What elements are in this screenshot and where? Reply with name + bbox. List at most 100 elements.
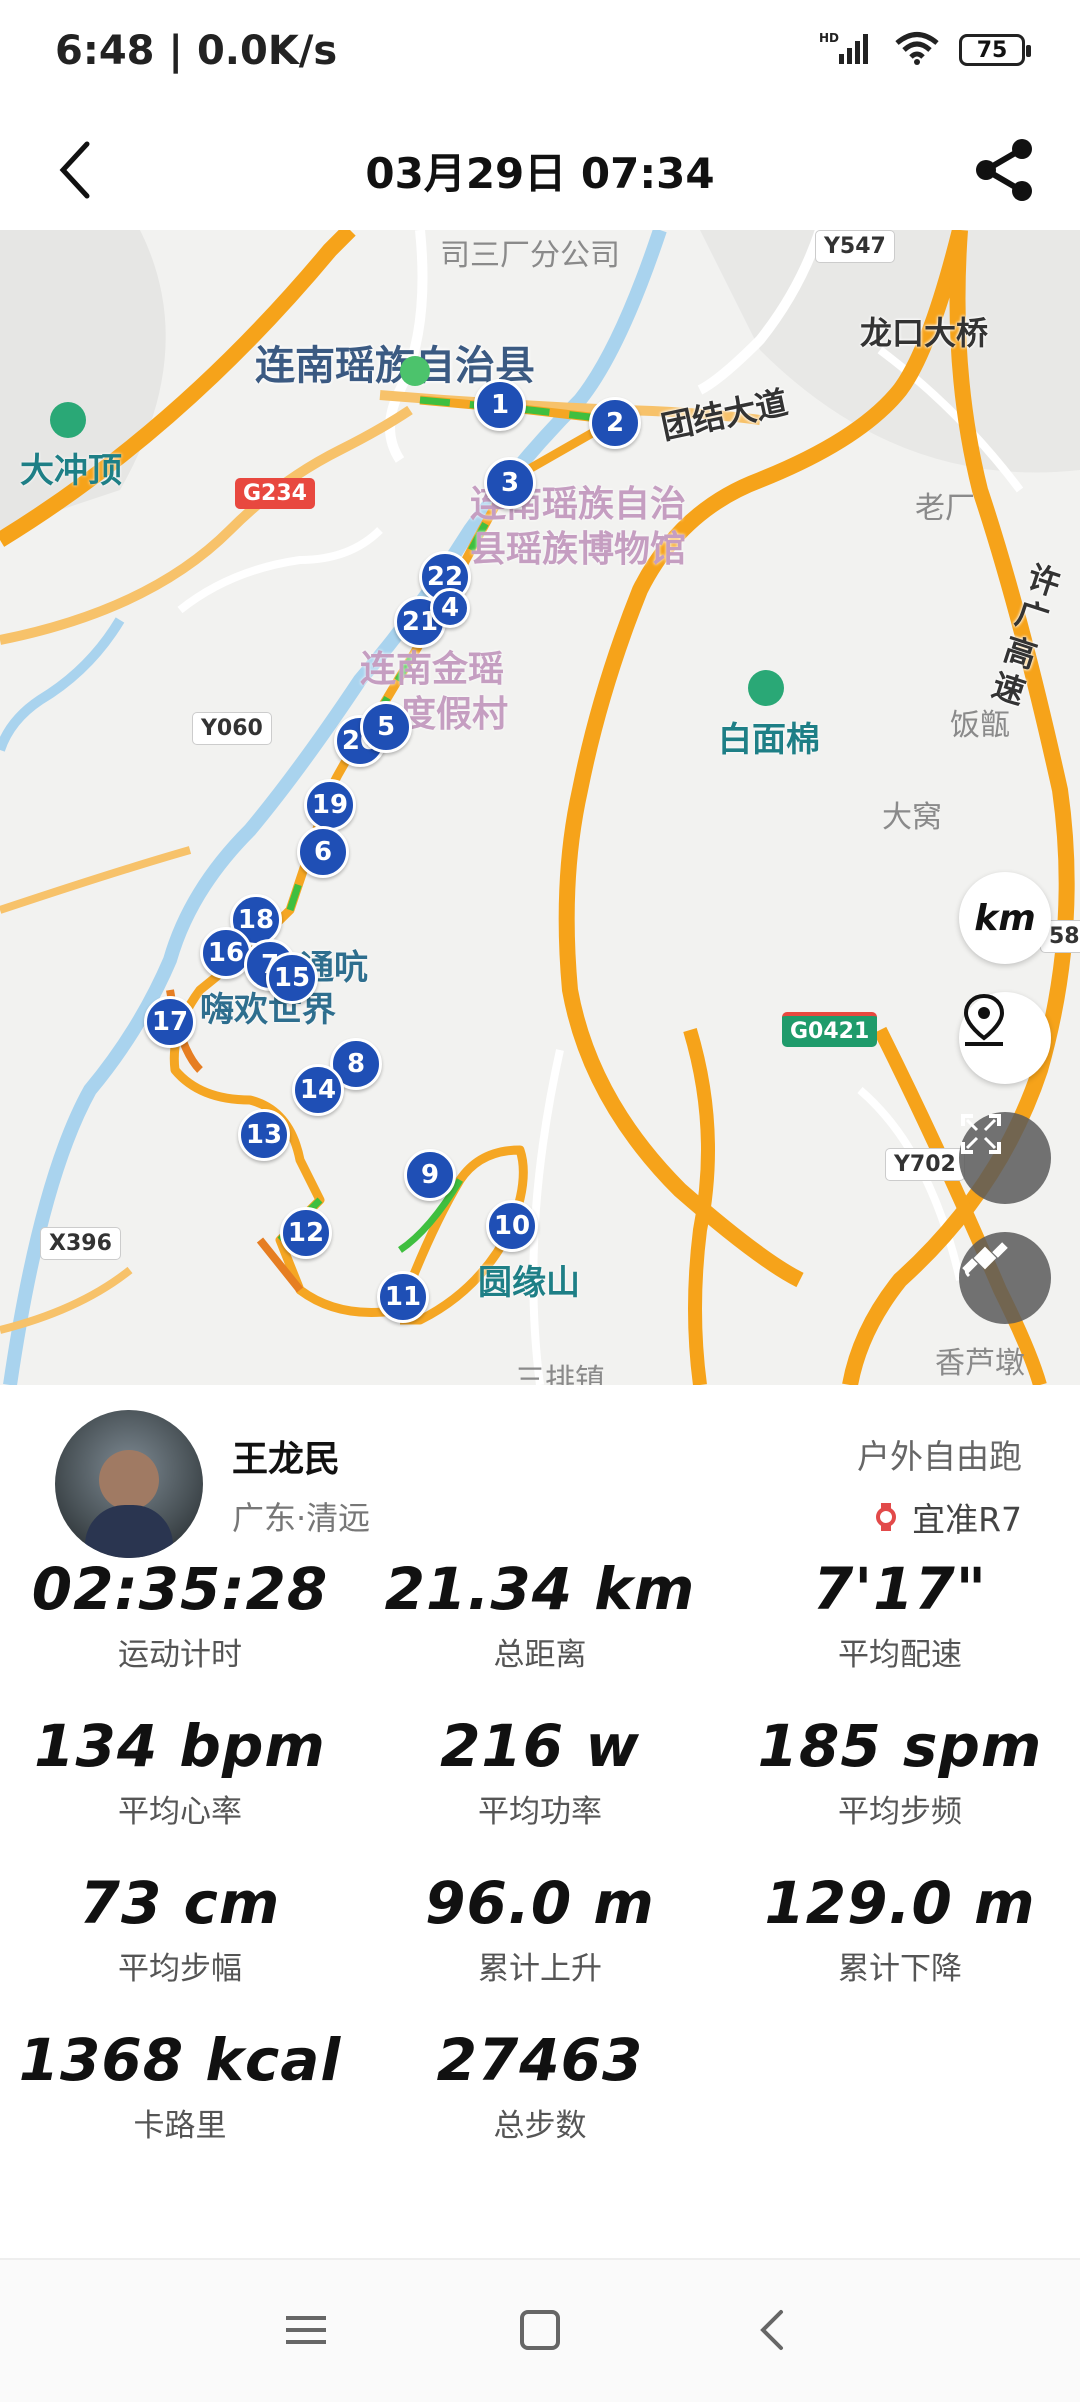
stat-value: 216 w <box>440 1712 640 1780</box>
km-marker[interactable]: 2 <box>589 397 641 449</box>
road-badge-y547: Y547 <box>815 230 895 263</box>
stat-value: 134 bpm <box>34 1712 326 1780</box>
profile-section: 王龙民 广东·清远 户外自由跑 宜准R7 <box>0 1385 1080 1558</box>
km-marker[interactable]: 10 <box>486 1200 538 1252</box>
wifi-icon <box>893 30 941 70</box>
share-button[interactable] <box>960 125 1050 215</box>
map-label-bridge: 龙口大桥 <box>860 314 989 352</box>
satellite-icon <box>962 1242 1008 1278</box>
stat-label: 卡路里 <box>133 2108 227 2144</box>
location-pin-icon <box>963 993 1005 1046</box>
signal-icon: HD <box>819 30 875 70</box>
stat-value: 7'17" <box>812 1555 988 1623</box>
km-marker[interactable]: 15 <box>266 952 318 1004</box>
menu-icon <box>286 2316 326 2344</box>
share-icon <box>976 139 1032 201</box>
road-badge-g0421: G0421 <box>782 1012 878 1047</box>
stat-duration: 02:35:28 运动计时 <box>0 1555 360 1674</box>
avatar[interactable] <box>55 1410 203 1558</box>
svg-text:HD: HD <box>819 31 839 45</box>
stat-label: 运动计时 <box>118 1637 242 1673</box>
stat-label: 平均功率 <box>478 1794 602 1830</box>
map-label-dachongding: 大冲顶 <box>20 451 122 491</box>
km-marker[interactable]: 9 <box>404 1149 456 1201</box>
map-label-xianglu: 香芦墩 <box>935 1346 1025 1381</box>
system-back-button[interactable] <box>722 2290 822 2370</box>
stat-pace: 7'17" 平均配速 <box>720 1555 1080 1674</box>
map-label-company: 司三厂分公司 <box>440 238 620 273</box>
stat-stride: 73 cm 平均步幅 <box>0 1869 360 1988</box>
chevron-left-icon <box>760 2310 783 2350</box>
km-marker[interactable]: 4 <box>430 588 470 628</box>
sport-type: 户外自由跑 <box>857 1437 1022 1476</box>
map-label-dawo: 大窝 <box>882 800 942 835</box>
stat-value: 1368 kcal <box>18 2026 342 2094</box>
stat-descent: 129.0 m 累计下降 <box>720 1869 1080 1988</box>
stat-label: 总距离 <box>493 1637 587 1673</box>
fullscreen-button[interactable] <box>959 1112 1051 1204</box>
route-map[interactable]: 司三厂分公司 连南瑶族自治县 龙口大桥 团结大道 连南瑶族自治 县瑶族博物馆 大… <box>0 230 1080 1385</box>
device-name: 宜准R7 <box>912 1500 1022 1539</box>
stat-calories: 1368 kcal 卡路里 <box>0 2026 360 2145</box>
satellite-button[interactable] <box>959 1232 1051 1324</box>
header: 03月29日 07:34 <box>0 110 1080 230</box>
stat-ascent: 96.0 m 累计上升 <box>360 1869 720 1988</box>
stat-label: 平均配速 <box>838 1637 962 1673</box>
watch-icon <box>876 1503 897 1531</box>
battery-icon: 75 <box>959 34 1031 66</box>
stat-label: 平均心率 <box>118 1794 242 1830</box>
system-nav-bar <box>0 2258 1080 2402</box>
road-badge-y060: Y060 <box>192 712 272 745</box>
stat-distance: 21.34 km 总距离 <box>360 1555 720 1674</box>
km-marker[interactable]: 1 <box>474 379 526 431</box>
stat-label: 累计上升 <box>478 1951 602 1987</box>
map-label-jinyao-2: 度假村 <box>400 694 509 735</box>
km-marker[interactable]: 3 <box>484 457 536 509</box>
status-icons: HD 75 <box>819 30 1031 70</box>
road-badge-x396: X396 <box>40 1227 121 1260</box>
device-info: 宜准R7 <box>874 1493 1022 1541</box>
km-marker[interactable]: 19 <box>304 779 356 831</box>
map-label-pai: 三排镇 <box>515 1363 605 1385</box>
km-marker[interactable]: 6 <box>297 826 349 878</box>
stat-value: 129.0 m <box>764 1869 1036 1937</box>
stat-label: 总步数 <box>493 2108 587 2144</box>
status-time: 6:48 | 0.0K/s <box>55 28 338 74</box>
km-marker[interactable]: 13 <box>238 1109 290 1161</box>
expand-icon <box>961 1114 1001 1154</box>
stat-heart-rate: 134 bpm 平均心率 <box>0 1712 360 1831</box>
stat-value: 96.0 m <box>425 1869 655 1937</box>
km-marker[interactable]: 5 <box>360 701 412 753</box>
km-marker[interactable]: 12 <box>280 1207 332 1259</box>
home-button[interactable] <box>490 2290 590 2370</box>
locate-button[interactable] <box>959 992 1051 1084</box>
stat-value: 185 spm <box>757 1712 1043 1780</box>
km-marker[interactable]: 11 <box>377 1271 429 1323</box>
map-label-laochang: 老厂 <box>915 491 975 526</box>
user-name: 王龙民 <box>232 1439 341 1480</box>
stat-label: 平均步幅 <box>118 1951 242 1987</box>
stat-cadence: 185 spm 平均步频 <box>720 1712 1080 1831</box>
km-marker[interactable]: 14 <box>292 1064 344 1116</box>
unit-label: km <box>974 897 1036 939</box>
stat-label: 累计下降 <box>838 1951 962 1987</box>
page-title: 03月29日 07:34 <box>365 149 715 198</box>
status-bar: 6:48 | 0.0K/s HD 75 <box>0 0 1080 110</box>
start-point-icon <box>400 356 430 386</box>
map-label-yuanyuanshan: 圆缘山 <box>478 1263 580 1303</box>
map-label-museum-2: 县瑶族博物馆 <box>470 529 687 570</box>
stat-value: 02:35:28 <box>31 1555 329 1623</box>
mountain-icon <box>748 670 784 706</box>
mountain-icon <box>50 402 86 438</box>
map-label-baimianbang: 白面棉 <box>718 720 820 760</box>
km-marker[interactable]: 17 <box>144 996 196 1048</box>
user-location: 广东·清远 <box>232 1499 371 1537</box>
road-badge-y702: Y702 <box>885 1148 965 1181</box>
stat-value: 73 cm <box>79 1869 281 1937</box>
menu-button[interactable] <box>256 2290 356 2370</box>
road-badge-g234: G234 <box>235 478 315 509</box>
square-icon <box>520 2310 560 2350</box>
unit-toggle-button[interactable]: km <box>959 872 1051 964</box>
stat-label: 平均步频 <box>838 1794 962 1830</box>
stat-power: 216 w 平均功率 <box>360 1712 720 1831</box>
